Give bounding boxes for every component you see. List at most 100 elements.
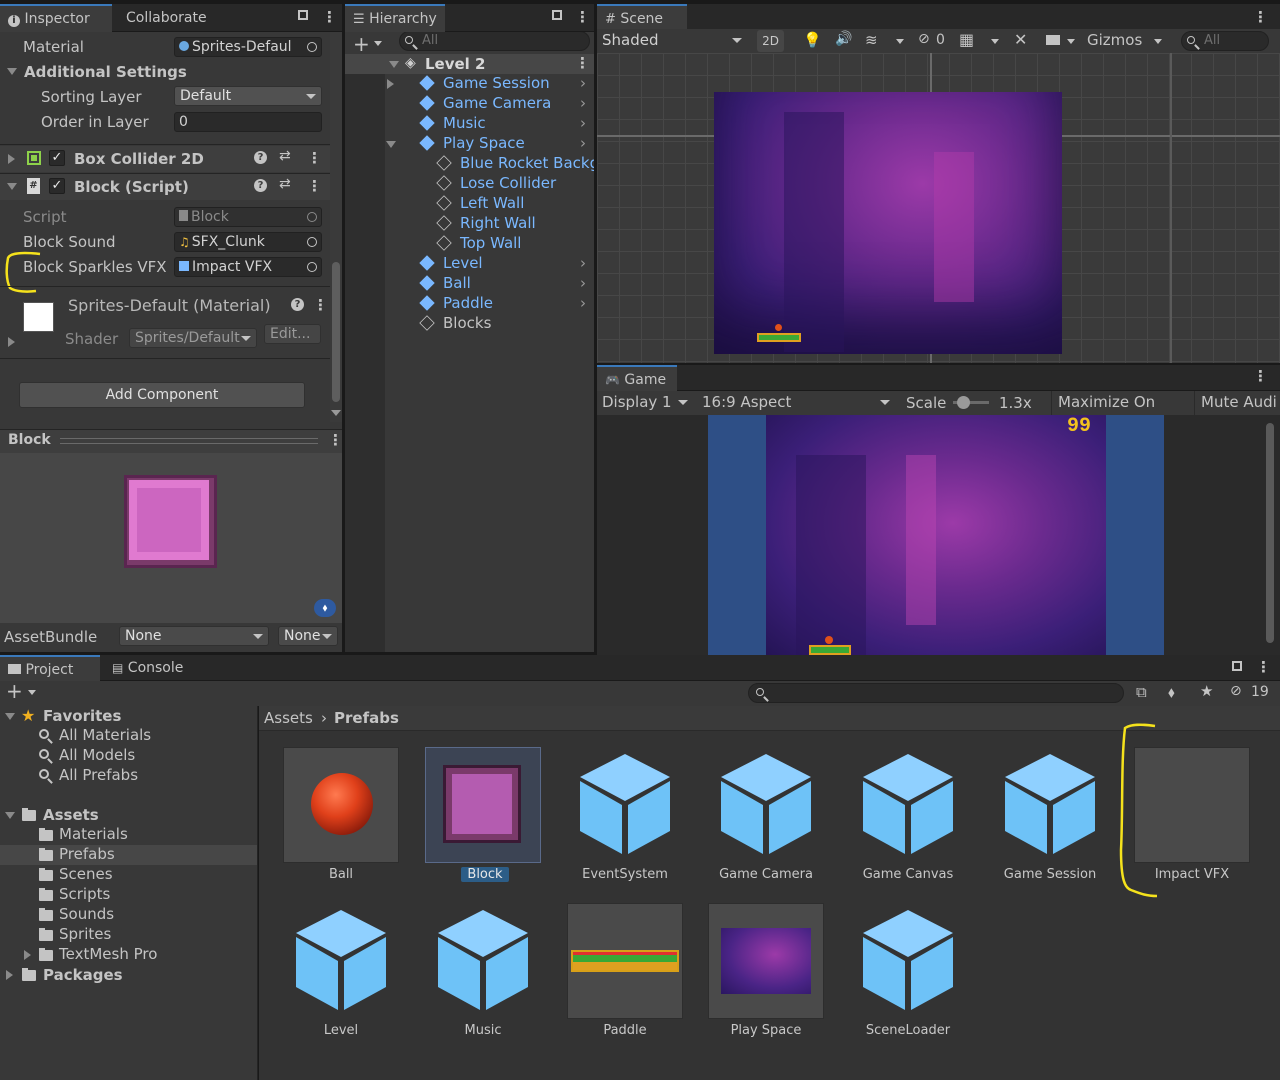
lock-icon[interactable] <box>1232 661 1242 671</box>
filter-by-type-icon[interactable]: ⧉ <box>1136 683 1147 701</box>
assetbundle-variant-dropdown[interactable]: None <box>278 626 338 646</box>
folder-item[interactable]: Scenes <box>0 865 257 885</box>
audio-icon[interactable]: 🔊 <box>835 31 852 47</box>
assets-root[interactable]: Assets <box>43 806 99 824</box>
preview-menu-icon[interactable]: ⋮ <box>328 431 342 449</box>
camera-icon[interactable] <box>1046 35 1060 45</box>
expand-arrow-icon[interactable] <box>24 950 31 960</box>
scale-slider-thumb[interactable] <box>957 396 970 409</box>
game-menu-icon[interactable]: ⋮ <box>1253 367 1268 385</box>
asset-item[interactable]: Game Camera <box>684 747 824 897</box>
expand-arrow-icon[interactable] <box>389 61 399 68</box>
grid-toggle-icon[interactable]: ▦ <box>959 30 974 49</box>
inspector-menu-icon[interactable]: ⋮ <box>322 8 337 26</box>
object-picker-icon[interactable] <box>307 42 317 52</box>
expand-arrow-icon[interactable] <box>387 79 394 89</box>
hierarchy-item[interactable]: Lose Collider <box>345 174 593 194</box>
lock-icon[interactable] <box>552 10 562 20</box>
folder-item[interactable]: Sprites <box>0 925 257 945</box>
hierarchy-item[interactable]: Music › <box>345 114 593 134</box>
preview-drag-handle[interactable] <box>60 438 318 444</box>
help-icon[interactable]: ? <box>254 151 267 164</box>
material-menu-icon[interactable]: ⋮ <box>313 296 328 314</box>
gizmos-dropdown[interactable]: Gizmos <box>1087 31 1142 49</box>
chevron-down-icon[interactable] <box>991 39 999 44</box>
expand-arrow-icon[interactable] <box>5 812 15 819</box>
effects-icon[interactable]: ≋ <box>865 31 878 49</box>
folder-item[interactable]: Scripts <box>0 885 257 905</box>
hierarchy-item[interactable]: Game Session › <box>345 74 593 94</box>
expand-arrow-icon[interactable] <box>8 337 15 347</box>
asset-item[interactable]: Block <box>401 747 541 897</box>
hierarchy-item[interactable]: Blue Rocket Backg <box>345 154 594 174</box>
scrollbar-thumb[interactable] <box>332 262 340 402</box>
hidden-packages-icon[interactable]: ⊘ <box>1230 683 1242 699</box>
expand-arrow-icon[interactable] <box>7 183 17 190</box>
hierarchy-item[interactable]: Paddle › <box>345 294 593 314</box>
hierarchy-item[interactable]: Top Wall <box>345 234 593 254</box>
component-menu-icon[interactable]: ⋮ <box>307 149 322 167</box>
help-icon[interactable]: ? <box>291 298 304 311</box>
favorite-item[interactable]: All Prefabs <box>0 766 257 786</box>
chevron-down-icon[interactable] <box>374 41 382 46</box>
scene-viewport[interactable] <box>597 53 1280 363</box>
favorite-item[interactable]: All Materials <box>0 726 257 746</box>
block-script-enabled-checkbox[interactable]: ✓ <box>49 178 65 194</box>
preview-header[interactable]: Block ⋮ <box>0 429 342 453</box>
chevron-right-icon[interactable]: › <box>580 74 586 92</box>
chevron-down-icon[interactable] <box>1154 39 1162 44</box>
chevron-down-icon[interactable] <box>28 690 36 695</box>
expand-arrow-icon[interactable] <box>5 713 15 720</box>
hierarchy-item[interactable]: Right Wall <box>345 214 593 234</box>
chevron-right-icon[interactable]: › <box>580 134 586 152</box>
preset-icon[interactable]: ⇄ <box>279 176 291 192</box>
expand-arrow-icon[interactable] <box>6 970 13 980</box>
hierarchy-item[interactable]: Left Wall <box>345 194 593 214</box>
order-in-layer-field[interactable]: 0 <box>174 112 322 132</box>
mute-audio-toggle[interactable]: Mute Audi <box>1194 391 1280 415</box>
component-header-block-script[interactable]: # ✓ Block (Script) ? ⇄ ⋮ <box>0 174 330 200</box>
asset-item[interactable]: EventSystem <box>543 747 683 897</box>
hierarchy-item[interactable]: Level › <box>345 254 593 274</box>
asset-item[interactable]: Ball <box>259 747 399 897</box>
preset-icon[interactable]: ⇄ <box>279 148 291 164</box>
tab-game[interactable]: 🎮 Game <box>597 365 677 391</box>
component-header-box-collider[interactable]: ✓ Box Collider 2D ? ⇄ ⋮ <box>0 146 330 172</box>
chevron-down-icon[interactable] <box>896 39 904 44</box>
game-scrollbar[interactable] <box>1266 423 1274 643</box>
game-viewport[interactable]: 99 <box>597 415 1280 655</box>
lock-icon[interactable] <box>298 10 308 20</box>
project-menu-icon[interactable]: ⋮ <box>1256 658 1271 676</box>
tab-inspector[interactable]: i Inspector <box>0 4 112 32</box>
breadcrumb-root[interactable]: Assets <box>264 709 313 727</box>
favorites-header[interactable]: Favorites <box>43 707 121 725</box>
material-field[interactable]: Sprites-Defaul <box>174 37 322 57</box>
block-sparkles-vfx-field[interactable]: Impact VFX <box>174 257 322 277</box>
chevron-right-icon[interactable]: › <box>580 254 586 272</box>
label-tag-icon[interactable]: ⬧ <box>314 599 336 617</box>
aspect-dropdown[interactable]: 16:9 Aspect <box>697 391 895 415</box>
help-icon[interactable]: ? <box>254 179 267 192</box>
shading-mode-dropdown[interactable]: Shaded <box>597 29 747 53</box>
hierarchy-search-input[interactable]: All <box>399 32 590 51</box>
additional-settings-header[interactable]: Additional Settings <box>24 63 187 81</box>
edit-shader-button[interactable]: Edit... <box>264 324 321 344</box>
folder-item[interactable]: Materials <box>0 825 257 845</box>
display-dropdown[interactable]: Display 1 <box>597 391 693 415</box>
asset-item[interactable]: Play Space <box>684 903 824 1053</box>
hierarchy-item[interactable]: Game Camera › <box>345 94 593 114</box>
object-picker-icon[interactable] <box>307 262 317 272</box>
chevron-right-icon[interactable]: › <box>580 274 586 292</box>
asset-item[interactable]: Game Session <box>968 747 1108 897</box>
asset-item[interactable]: Paddle <box>543 903 683 1053</box>
add-component-button[interactable]: Add Component <box>19 382 305 408</box>
expand-arrow-icon[interactable] <box>386 141 396 148</box>
project-search-input[interactable] <box>748 683 1124 703</box>
tab-console[interactable]: ▤ Console <box>104 655 191 681</box>
chevron-right-icon[interactable]: › <box>580 294 586 312</box>
scale-slider[interactable] <box>953 396 989 409</box>
breadcrumb-current[interactable]: Prefabs <box>334 709 399 727</box>
component-menu-icon[interactable]: ⋮ <box>307 177 322 195</box>
box-collider-enabled-checkbox[interactable]: ✓ <box>49 150 65 166</box>
favorite-star-icon[interactable]: ★ <box>1200 682 1213 700</box>
